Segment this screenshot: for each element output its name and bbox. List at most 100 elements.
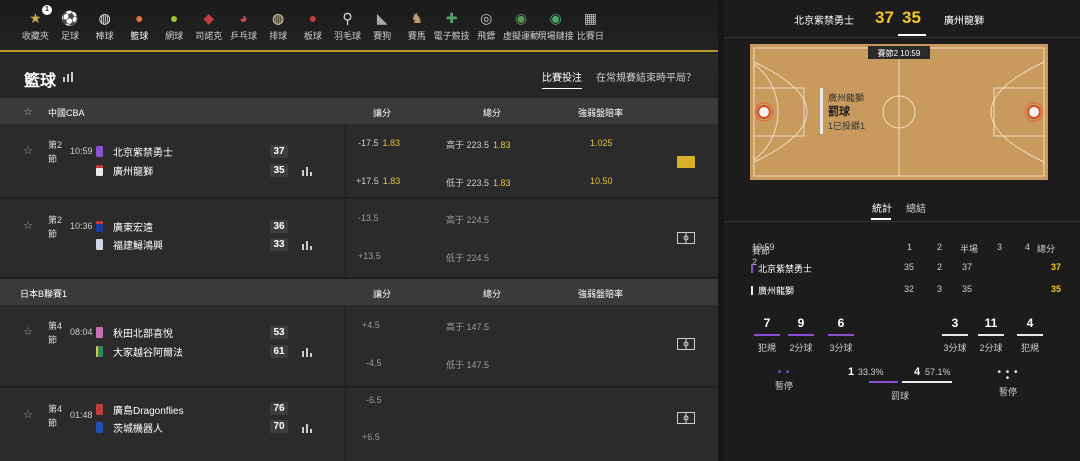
nav-item-label: 賽狗 — [373, 31, 392, 41]
home-score: 36 — [270, 220, 288, 233]
away-score: 33 — [270, 238, 288, 251]
snooker-icon: ◆ — [203, 10, 215, 26]
nav-item-darts[interactable]: ◎ 飛鏢 — [469, 0, 504, 50]
nav-item-greyhound[interactable]: ◣ 賽狗 — [365, 0, 400, 50]
gamepad-icon: ✚ — [445, 10, 458, 26]
star-icon[interactable]: ☆ — [23, 408, 33, 421]
nav-item-label: 虛擬運動 — [502, 31, 539, 41]
home-score: 53 — [270, 326, 288, 339]
table-row: 廣州龍獅 32 3 35 35 — [750, 282, 1061, 298]
nav-item-basketball[interactable]: ● 籃球 — [122, 0, 157, 50]
team-name: 北京紫禁勇士 — [113, 147, 173, 159]
home-two-pointers: 9 2分球 — [788, 316, 814, 353]
q1-score: 35 — [904, 262, 915, 272]
home-team: 北京紫禁勇士 — [96, 144, 173, 159]
sports-nav: ★ 收藏夾 1 ⚽ 足球 ◍ 棒球 ● 籃球 ● 網球 ◆ 司諾克 ◕ 乒乓球 ◍ 排球 ● 板球 ⚲ 羽毛球 ◣ 賽狗 ♞ 賽… — [0, 0, 718, 52]
match-stats-icon[interactable] — [302, 423, 312, 433]
court-status: 賽節2 10:59 — [878, 48, 921, 58]
nav-item-label: 棒球 — [95, 31, 114, 41]
tennis-icon: ● — [169, 10, 179, 26]
tab-underline — [871, 218, 891, 220]
star-icon[interactable]: ☆ — [23, 325, 33, 338]
col-q4: 4 — [1025, 242, 1031, 252]
home-fouls: 7 犯規 — [754, 316, 780, 354]
nav-item-cricket[interactable]: ● 板球 — [296, 0, 331, 50]
nav-item-volleyball[interactable]: ◍ 排球 — [261, 0, 296, 50]
table-period: 賽節2 10:59 — [752, 242, 775, 267]
under-odds[interactable]: 低于 223.5 1.83 — [446, 176, 511, 189]
nav-item-horse-racing[interactable]: ♞ 賽馬 — [400, 0, 435, 50]
league-header: ☆ 中國CBA 讓分 總分 強弱盤賠率 — [0, 98, 718, 124]
court-visualization: 賽節2 10:59 廣州龍獅 罰球 1已投餵1 — [750, 44, 1048, 180]
over-odds[interactable]: 高于 223.5 1.83 — [446, 138, 511, 151]
nav-item-tennis[interactable]: ● 網球 — [157, 0, 192, 50]
nav-item-snooker[interactable]: ◆ 司諾克 — [191, 0, 226, 50]
home-ft-bar — [869, 381, 898, 383]
live-tracker-icon[interactable] — [677, 156, 695, 168]
scoreboard-header: 北京紫禁勇士 37 35 廣州龍獅 — [724, 0, 1080, 38]
court-icon[interactable] — [677, 338, 695, 350]
match-stats-icon[interactable] — [302, 240, 312, 250]
match-clock: 10:36 — [70, 221, 93, 231]
total-score: 35 — [1051, 284, 1062, 294]
away-team: 福建鱘鴻興 — [96, 237, 163, 252]
nav-item-virtual-sports[interactable]: ◉ 虛擬運動 — [502, 0, 539, 50]
match-stats-icon[interactable] — [302, 166, 312, 176]
nav-item-badminton[interactable]: ⚲ 羽毛球 — [330, 0, 365, 50]
tab-draw-question[interactable]: 在常規賽結束時平局？ — [596, 69, 696, 84]
home-team: 廣東宏遠 — [96, 219, 153, 234]
under-line: 低于 224.5 — [446, 253, 490, 263]
team-name: 福建鱘鴻興 — [113, 240, 163, 252]
away-ft-made: 4 — [914, 366, 921, 378]
col-q2: 2 — [937, 242, 943, 252]
q1-score: 32 — [904, 284, 915, 294]
favorites-count-badge: 1 — [42, 5, 52, 15]
handicap-home-odds[interactable]: -17.5 1.83 — [358, 138, 400, 148]
moneyline-away[interactable]: 10.50 — [590, 176, 613, 186]
nav-item-star[interactable]: ★ 收藏夾 1 — [18, 0, 53, 50]
match-row[interactable]: ☆ 第4節 01:48 廣島Dragonflies 茨城機器人 76 70 -6… — [0, 388, 718, 461]
tab-stats[interactable]: 統計 — [872, 200, 892, 215]
moneyline-home[interactable]: 1.025 — [590, 138, 613, 148]
nav-item-label: 司諾克 — [195, 31, 223, 41]
star-icon[interactable]: ☆ — [23, 105, 33, 118]
tab-summary[interactable]: 總結 — [906, 200, 926, 215]
nav-item-soccer[interactable]: ⚽ 足球 — [53, 0, 88, 50]
nav-item-label: 乒乓球 — [229, 31, 257, 41]
away-team-name: 廣州龍獅 — [944, 16, 984, 27]
home-team: 廣島Dragonflies — [96, 402, 184, 417]
handicap-away-odds[interactable]: +17.5 1.83 — [356, 176, 400, 186]
away-score: 35 — [270, 164, 288, 177]
match-row[interactable]: ☆ 第2節 10:59 北京紫禁勇士 廣州龍獅 37 35 -17.5 1.83 … — [0, 124, 718, 198]
match-row[interactable]: ☆ 第4節 08:04 秋田北部喜悅 大家越谷阿爾法 53 61 +4.5 -4… — [0, 305, 718, 387]
match-stats-icon[interactable] — [302, 347, 312, 357]
league-name: 中國CBA — [48, 108, 85, 118]
jersey-icon — [96, 220, 103, 232]
home-score: 37 — [270, 145, 288, 158]
star-icon[interactable]: ☆ — [23, 219, 33, 232]
team-name: 大家越谷阿爾法 — [113, 347, 183, 359]
nav-item-gamepad[interactable]: ✚ 電子競技 — [434, 0, 470, 50]
nav-item-live-stream[interactable]: ◉ 現場鏈接 — [538, 0, 574, 50]
nav-item-table-tennis[interactable]: ◕ 乒乓球 — [226, 0, 261, 50]
away-fouls: 4 犯規 — [1017, 316, 1043, 354]
away-timeouts: • • • • 暫停 — [996, 368, 1020, 398]
match-row[interactable]: ☆ 第2節 10:36 廣東宏遠 福建鱘鴻興 36 33 -13.5 +13.5… — [0, 199, 718, 278]
stats-icon[interactable] — [62, 72, 74, 82]
star-icon[interactable]: ☆ — [23, 144, 33, 157]
half-score: 37 — [962, 262, 973, 272]
jersey-icon — [96, 164, 103, 176]
handicap-away: +13.5 — [358, 251, 381, 261]
nav-item-baseball[interactable]: ◍ 棒球 — [87, 0, 122, 50]
timeout-label: 暫停 — [774, 381, 793, 391]
virtual-sports-icon: ◉ — [514, 10, 528, 26]
half-score: 35 — [962, 284, 973, 294]
court-icon[interactable] — [677, 412, 695, 424]
match-clock: 08:04 — [70, 327, 93, 337]
jersey-icon — [96, 238, 103, 250]
team-name: 廣島Dragonflies — [113, 405, 184, 417]
handicap-home: +4.5 — [362, 320, 380, 330]
nav-item-calendar[interactable]: ▦ 比賽日 — [573, 0, 608, 50]
court-icon[interactable] — [677, 232, 695, 244]
tab-match-betting[interactable]: 比賽投注 — [542, 69, 582, 89]
